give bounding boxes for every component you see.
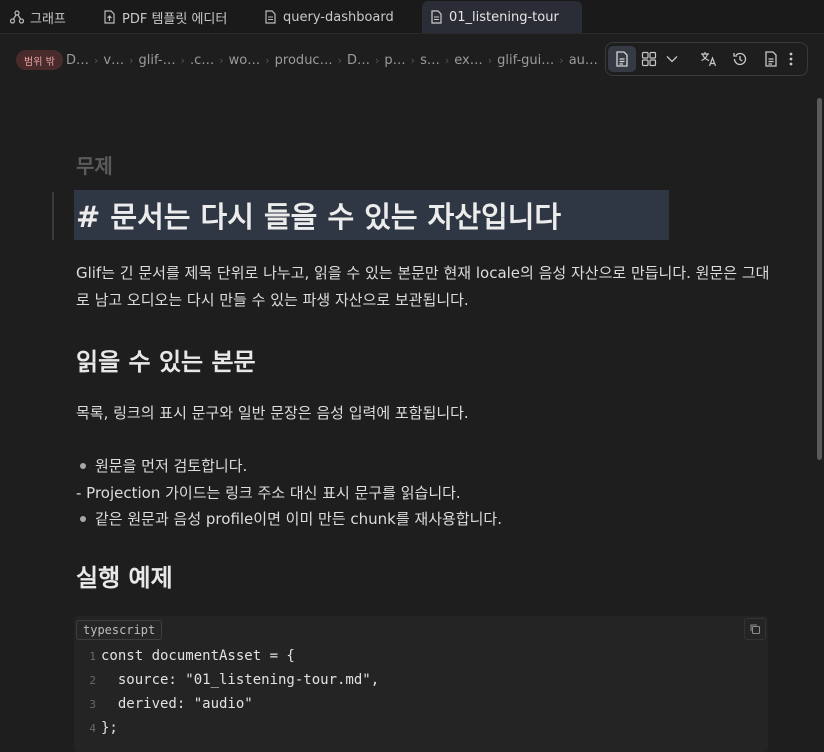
breadcrumb-separator: ›	[129, 53, 134, 67]
more-vertical-icon[interactable]	[784, 46, 798, 72]
code-language-badge: typescript	[76, 620, 163, 640]
line-number: 2	[89, 673, 96, 687]
tab-bar: 그래프 PDF 템플릿 에디터 query-dashboard 01_liste…	[0, 0, 824, 34]
readable-paragraph: 목록, 링크의 표시 문구와 일반 문장은 음성 입력에 포함됩니다.	[76, 404, 469, 422]
breadcrumb-separator: ›	[603, 54, 604, 67]
code-line: 3 derived: "audio"	[74, 692, 253, 716]
bullet-dot	[80, 515, 86, 522]
bullet-dot	[80, 462, 86, 469]
history-icon[interactable]	[727, 46, 753, 72]
translate-icon[interactable]	[696, 46, 722, 72]
chevron-down-icon[interactable]	[662, 46, 682, 72]
file-properties-icon[interactable]	[758, 46, 784, 72]
breadcrumb-separator: ›	[375, 53, 380, 67]
breadcrumb-item[interactable]: wo…	[229, 53, 261, 68]
out-of-scope-badge: 범위 밖	[16, 50, 63, 70]
breadcrumb-item[interactable]: au…	[569, 53, 598, 68]
breadcrumb-item[interactable]: produc…	[275, 53, 333, 68]
code-line: 1 const documentAsset = {	[74, 644, 295, 668]
grid-view-icon[interactable]	[638, 46, 660, 72]
tab-query-dashboard[interactable]: query-dashboard	[256, 1, 406, 33]
breadcrumb-item[interactable]: p…	[384, 53, 405, 68]
tab-label: query-dashboard	[283, 9, 394, 25]
breadcrumb-separator: ›	[444, 53, 450, 67]
code-text: derived: "audio"	[101, 696, 253, 712]
list-item-text: 같은 원문과 음성 profile이면 이미 만든 chunk를 재사용합니다.	[95, 510, 502, 528]
breadcrumb-item[interactable]: .c…	[190, 53, 214, 68]
scrollbar-thumb[interactable]	[817, 98, 822, 460]
file-text-icon	[431, 10, 442, 24]
fold-indicator	[52, 192, 54, 240]
graph-icon	[10, 10, 24, 24]
copy-code-button[interactable]	[744, 618, 766, 640]
breadcrumb-item[interactable]: glif-gui…	[497, 53, 554, 68]
file-upload-icon	[104, 10, 115, 24]
code-line: 2 source: "01_listening-tour.md",	[74, 668, 379, 692]
dash-line: - Projection 가이드는 링크 주소 대신 표시 문구를 읽습니다.	[76, 484, 461, 502]
heading-example: 실행 예제	[76, 564, 173, 592]
tab-graph[interactable]: 그래프	[2, 1, 82, 33]
code-text: const documentAsset = {	[101, 648, 295, 664]
tab-01-listening-tour[interactable]: 01_listening-tour	[422, 1, 582, 33]
breadcrumb-separator: ›	[180, 53, 185, 67]
breadcrumb-item[interactable]: D…	[347, 53, 370, 68]
breadcrumb-separator: ›	[410, 53, 416, 67]
breadcrumb-item[interactable]: v…	[103, 53, 124, 68]
breadcrumb: D… › v… › glif-… › .c… › wo… › produc… › D… › p… › s… › ex…	[66, 50, 604, 70]
code-text: source: "01_listening-tour.md",	[101, 672, 380, 688]
intro-paragraph: Glif는 긴 문서를 제목 단위로 나누고, 읽을 수 있는 본문만 현재 l…	[76, 264, 770, 309]
tab-pdf-template-editor[interactable]: PDF 템플릿 에디터	[95, 1, 245, 33]
breadcrumb-item[interactable]: s…	[420, 53, 440, 68]
reading-view-icon[interactable]	[608, 46, 636, 72]
property-title-label: 무제	[76, 154, 113, 178]
tab-label: 01_listening-tour	[449, 9, 559, 25]
tab-label: PDF 템플릿 에디터	[122, 11, 228, 27]
line-number: 4	[89, 721, 96, 735]
breadcrumb-separator: ›	[94, 53, 99, 67]
breadcrumb-separator: ›	[337, 53, 342, 67]
view-header: 범위 밖 D… › v… › glif-… › .c… › wo… › produc… › D… › p… ›…	[0, 34, 824, 86]
code-text: };	[101, 720, 118, 736]
breadcrumb-separator: ›	[219, 53, 224, 67]
view-toolbar	[605, 42, 808, 76]
breadcrumb-separator: ›	[487, 53, 493, 67]
file-text-icon	[265, 10, 276, 24]
copy-icon	[750, 624, 761, 635]
breadcrumb-item[interactable]: glif-…	[139, 53, 176, 68]
list-item: 같은 원문과 음성 profile이면 이미 만든 chunk를 재사용합니다.	[80, 508, 502, 529]
breadcrumb-item[interactable]: D…	[66, 53, 89, 68]
breadcrumb-item[interactable]: ex…	[454, 53, 482, 68]
editor-content: 무제 # 문서는 다시 들을 수 있는 자산입니다 Glif는 긴 문서를 제목…	[0, 86, 812, 752]
line-number: 1	[89, 649, 96, 663]
code-line: 4 };	[74, 716, 118, 740]
code-block: typescript 1 const documentAsset = { 2 s…	[74, 616, 768, 752]
breadcrumb-separator: ›	[265, 53, 270, 67]
tab-label: 그래프	[30, 11, 66, 27]
heading-1[interactable]: # 문서는 다시 들을 수 있는 자산입니다	[74, 190, 669, 240]
line-number: 3	[89, 697, 96, 711]
list-item: 원문을 먼저 검토합니다.	[80, 455, 247, 476]
breadcrumb-separator: ›	[559, 53, 564, 67]
list-item-text: 원문을 먼저 검토합니다.	[95, 457, 248, 475]
heading-readable: 읽을 수 있는 본문	[76, 348, 256, 376]
